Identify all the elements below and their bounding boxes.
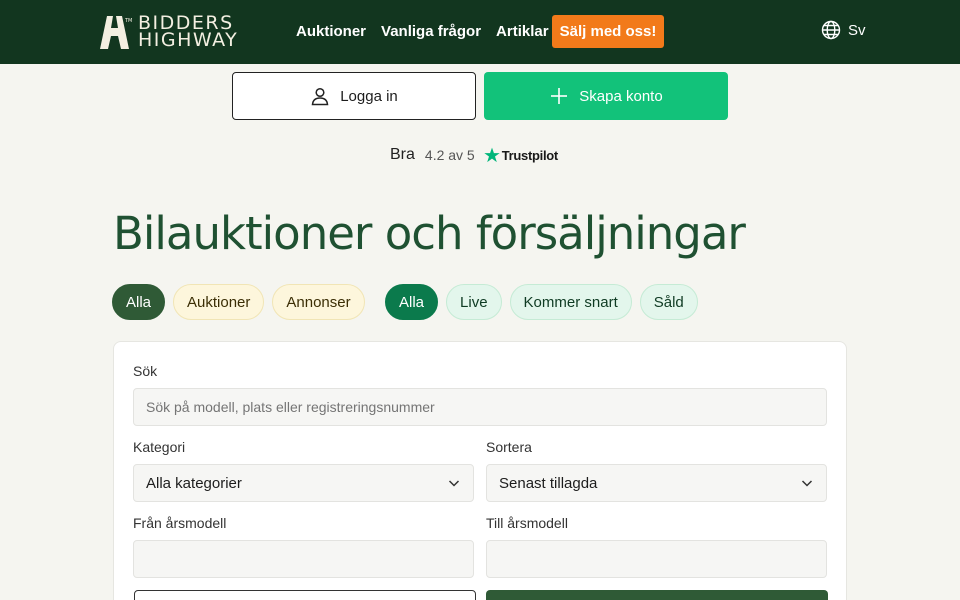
type-filter-auktioner[interactable]: Auktioner — [173, 284, 265, 320]
create-account-label: Skapa konto — [579, 87, 663, 105]
status-filter-live[interactable]: Live — [446, 284, 502, 320]
search-filter-panel: Sök Kategori Alla kategorier Sortera Sen… — [113, 341, 847, 600]
login-button[interactable]: Logga in — [232, 72, 476, 120]
trustpilot-score: 4.2 av 5 — [424, 147, 475, 163]
bidders-highway-logo[interactable]: TM BIDDERS HIGHWAY — [96, 14, 239, 51]
from-year-label: Från årsmodell — [133, 515, 227, 531]
sell-with-us-button[interactable]: Sälj med oss! — [552, 15, 664, 48]
status-filter-sald[interactable]: Såld — [639, 284, 698, 320]
to-year-input[interactable] — [486, 540, 827, 578]
search-label: Sök — [133, 363, 158, 379]
trustpilot-logo: Trustpilot — [484, 147, 558, 163]
main-nav: Auktioner Vanliga frågor Artiklar — [296, 21, 564, 43]
user-icon — [311, 87, 329, 106]
category-value: Alla kategorier — [146, 474, 242, 492]
sort-select[interactable]: Senast tillagda — [486, 464, 827, 502]
login-label: Logga in — [340, 87, 398, 105]
globe-icon — [821, 20, 841, 40]
chevron-down-icon — [448, 480, 460, 487]
trustpilot-brand: Trustpilot — [501, 147, 559, 163]
type-filter-alla[interactable]: Alla — [112, 284, 166, 320]
chevron-down-icon — [801, 480, 813, 487]
page-title: Bilauktioner och försäljningar — [113, 207, 746, 260]
trustpilot-widget[interactable]: Bra 4.2 av 5 Trustpilot — [390, 146, 558, 164]
svg-text:TM: TM — [124, 18, 132, 24]
sort-value: Senast tillagda — [499, 474, 598, 492]
sort-label: Sortera — [486, 439, 532, 455]
logo-line-2: HIGHWAY — [138, 29, 239, 51]
top-navigation-bar: TM BIDDERS HIGHWAY Auktioner Vanliga frå… — [0, 0, 960, 64]
reset-button[interactable] — [134, 590, 476, 600]
language-selector[interactable]: Sv — [821, 20, 866, 40]
logo-mark-icon: TM — [100, 15, 132, 49]
search-input[interactable] — [133, 388, 827, 426]
type-filter-group: Alla Auktioner Annonser — [112, 284, 373, 320]
plus-icon — [551, 88, 568, 104]
logo-wordmark: BIDDERS HIGHWAY — [138, 14, 239, 51]
status-filter-kommer-snart[interactable]: Kommer snart — [509, 284, 632, 320]
from-year-input[interactable] — [133, 540, 474, 578]
nav-link-vanliga-fragor[interactable]: Vanliga frågor — [381, 21, 481, 43]
trustpilot-star-icon — [484, 147, 500, 163]
nav-link-artiklar[interactable]: Artiklar — [496, 21, 549, 43]
trustpilot-rating-word: Bra — [390, 146, 415, 163]
create-account-button[interactable]: Skapa konto — [484, 72, 728, 120]
status-filter-alla[interactable]: Alla — [385, 284, 439, 320]
language-label: Sv — [848, 21, 866, 39]
status-filter-group: Alla Live Kommer snart Såld — [385, 284, 706, 320]
type-filter-annonser[interactable]: Annonser — [272, 284, 365, 320]
to-year-label: Till årsmodell — [486, 515, 568, 531]
category-label: Kategori — [133, 439, 186, 455]
category-select[interactable]: Alla kategorier — [133, 464, 474, 502]
nav-link-auktioner[interactable]: Auktioner — [296, 21, 366, 43]
search-button[interactable] — [486, 590, 828, 600]
